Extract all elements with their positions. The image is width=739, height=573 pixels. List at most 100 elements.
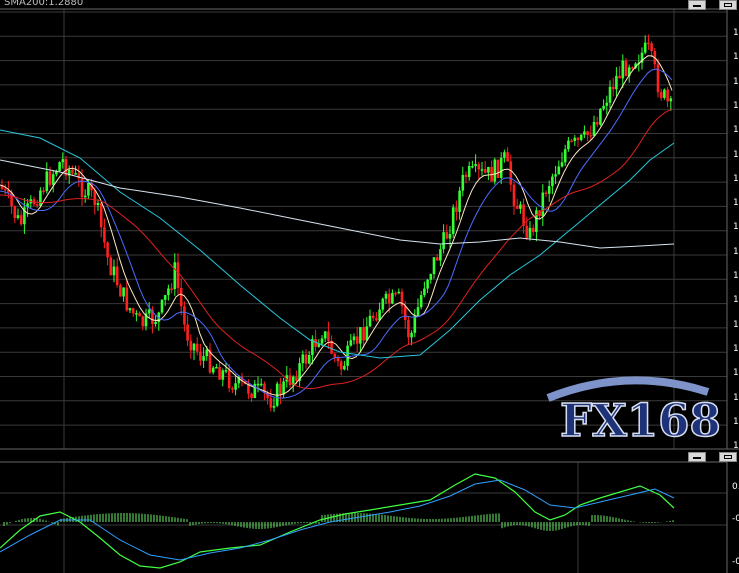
indicator-maximize-button[interactable] [719, 452, 737, 462]
candle-body [442, 232, 445, 250]
candle-body [487, 166, 490, 173]
indicator-tick-label: 0. [732, 482, 739, 492]
candle-body [480, 169, 484, 171]
candle-body [250, 393, 253, 398]
candle-body [211, 367, 215, 373]
candle-body [397, 291, 401, 294]
candle-body [163, 295, 167, 300]
candle-body [602, 105, 605, 109]
candle-body [218, 367, 221, 380]
candle-body [13, 206, 17, 219]
price-tick-label: 1. [733, 319, 739, 330]
candle-body [579, 134, 583, 140]
candle-body [496, 159, 500, 178]
candle-body [189, 340, 193, 351]
candle-body [141, 316, 145, 327]
candle-body [327, 331, 330, 341]
indicator-minimize-button[interactable] [688, 452, 706, 462]
candle-body [320, 338, 324, 344]
candle-body [19, 215, 23, 225]
candle-body [669, 98, 673, 102]
candle-body [109, 257, 113, 276]
candle-body [621, 60, 625, 79]
candle-body [173, 262, 177, 290]
candle-body [611, 86, 615, 90]
candle-body [45, 171, 49, 192]
candle-body [477, 164, 481, 170]
candle-body [83, 195, 87, 198]
candle-body [339, 361, 343, 370]
indicator-tick-label: -0 [732, 514, 739, 524]
candle-body [631, 67, 634, 69]
candle-body [295, 376, 298, 381]
price-tick-label: 1. [733, 173, 739, 184]
candle-body [99, 203, 103, 228]
candle-body [362, 327, 365, 341]
candle-body [647, 42, 650, 45]
candle-body [503, 152, 506, 158]
candle-body [16, 215, 20, 219]
candle-body [224, 370, 228, 372]
candle-body [576, 137, 580, 140]
candle-body [205, 349, 209, 357]
candle-body [391, 292, 394, 304]
candle-body [371, 315, 375, 319]
price-chart: FX168 [0, 8, 739, 573]
main-title: SMA200:1.2880 [4, 0, 84, 8]
candle-body [467, 166, 471, 177]
candle-body [58, 162, 61, 171]
candle-body [202, 356, 205, 361]
candle-body [307, 355, 311, 364]
candle-body [493, 159, 497, 182]
candle-body [461, 174, 465, 191]
candle-body [387, 293, 391, 304]
candle-body [176, 262, 180, 288]
candle-body [375, 318, 378, 321]
candle-body [515, 205, 519, 209]
candle-body [624, 60, 628, 76]
candle-body [608, 86, 612, 103]
candle-body [365, 326, 369, 341]
candle-body [583, 131, 586, 135]
fx168-watermark: FX168 [546, 376, 722, 448]
candle-body [426, 279, 429, 289]
candle-body [423, 288, 426, 296]
candle-body [451, 207, 455, 235]
candle-body [541, 192, 545, 217]
candle-body [192, 343, 196, 351]
candle-body [272, 405, 276, 408]
candle-body [483, 169, 487, 173]
main-maximize-button[interactable] [719, 0, 737, 10]
ma-red-line [0, 108, 673, 390]
candle-body [592, 122, 596, 136]
price-tick-label: 1. [733, 368, 739, 379]
price-tick-label: 1. [733, 222, 739, 233]
candle-body [650, 43, 653, 52]
price-tick-label: 1. [733, 52, 739, 63]
candle-body [435, 257, 439, 261]
candle-body [416, 307, 420, 316]
candle-body [519, 204, 522, 209]
candle-body [551, 176, 554, 187]
candle-body [215, 367, 218, 369]
candle-body [394, 292, 397, 295]
candle-body [544, 192, 548, 195]
candle-body [301, 354, 305, 364]
price-tick-label: 1. [733, 441, 739, 452]
candle-body [195, 343, 199, 352]
candle-body [231, 388, 234, 390]
candlesticks [0, 34, 673, 412]
candle-body [659, 92, 663, 98]
candle-body [61, 159, 65, 163]
candle-body [525, 225, 529, 238]
main-minimize-button[interactable] [688, 0, 706, 10]
price-tick-label: 1. [733, 392, 739, 403]
candle-body [589, 135, 593, 137]
indicator-tick-label: -0 [732, 557, 739, 567]
candle-body [154, 321, 157, 325]
price-tick-label: 1. [733, 149, 739, 160]
candle-body [368, 315, 372, 327]
candle-body [464, 174, 468, 177]
candle-body [96, 203, 100, 206]
candle-body [474, 164, 477, 166]
